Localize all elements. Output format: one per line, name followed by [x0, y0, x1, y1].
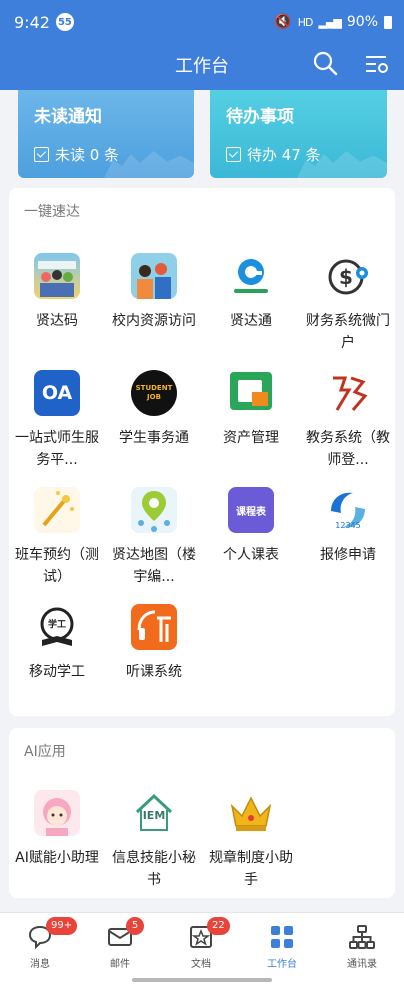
- app-regulations-assistant[interactable]: 规章制度小助手: [203, 790, 299, 891]
- oa-icon: OA: [34, 370, 80, 416]
- app-label: 学生事务通: [119, 430, 189, 446]
- banner-sub-text: 未读 0 条: [55, 146, 120, 164]
- app-label: AI赋能小助理: [15, 850, 99, 866]
- app-label: 报修申请: [320, 547, 376, 563]
- org-chart-icon: [348, 923, 376, 951]
- app-campus-map[interactable]: 贤达地图（楼宇编...: [106, 487, 202, 588]
- chat-bubble-icon: 99+: [26, 917, 78, 951]
- nav-contacts[interactable]: 通讯录: [322, 913, 402, 970]
- app-label: 个人课表: [223, 547, 279, 563]
- seal-icon: [325, 370, 371, 416]
- svg-text:$: $: [339, 265, 353, 289]
- app-label: 教务系统（教师登...: [306, 430, 390, 468]
- nav-label: 文档: [191, 959, 211, 970]
- app-label: 移动学工: [29, 664, 85, 680]
- battery-text: 90%: [346, 14, 378, 30]
- banner-title: 待办事项: [226, 107, 294, 127]
- app-campus-resources[interactable]: 校内资源访问: [106, 253, 202, 332]
- checkbox-icon: [226, 147, 241, 162]
- ai-apps-section: AI应用 AI赋能小助理 IEM 信息技能小秘书 规章制度小助手: [9, 728, 395, 898]
- app-label: 听课系统: [126, 664, 182, 680]
- app-timetable[interactable]: 课程表 个人课表: [203, 487, 299, 566]
- students-icon: [131, 253, 177, 299]
- dollar-gear-icon: $: [325, 253, 371, 299]
- document-star-icon: 22: [187, 917, 230, 951]
- magic-wand-icon: [34, 487, 80, 533]
- app-label: 资产管理: [223, 430, 279, 446]
- app-label: 规章制度小助手: [209, 850, 293, 888]
- app-label: 一站式师生服务平...: [15, 430, 99, 468]
- nav-label: 邮件: [110, 959, 130, 970]
- listen-class-icon: [131, 604, 177, 650]
- checkbox-icon: [34, 147, 49, 162]
- app-label: 贤达通: [230, 313, 272, 329]
- mute-icon: 🔇: [274, 14, 292, 30]
- banner-sub: 未读 0 条: [34, 144, 119, 165]
- app-mobile-student-work[interactable]: 学工 移动学工: [9, 604, 105, 683]
- app-asset-management[interactable]: 资产管理: [203, 370, 299, 449]
- app-shuttle-booking[interactable]: 班车预约（测试）: [9, 487, 105, 588]
- welcome-people-icon: [34, 253, 80, 299]
- app-academic-system[interactable]: 教务系统（教师登...: [300, 370, 396, 471]
- section-title: AI应用: [24, 744, 66, 760]
- app-ai-assistant[interactable]: AI赋能小助理: [9, 790, 105, 869]
- status-right: 🔇 HD ▂▄▆ 90%: [274, 14, 392, 30]
- app-xianda-tong[interactable]: 贤达通: [203, 253, 299, 332]
- app-repair-request[interactable]: 12345 报修申请: [300, 487, 396, 566]
- app-xianda-code[interactable]: 贤达码: [9, 253, 105, 332]
- iem-house-icon: IEM: [131, 790, 177, 836]
- app-label: 校内资源访问: [112, 313, 196, 329]
- section-title: 一键速达: [24, 204, 80, 220]
- app-label: 班车预约（测试）: [15, 547, 99, 585]
- app-label: 贤达码: [36, 313, 78, 329]
- map-pin-icon: [131, 487, 177, 533]
- todo-card[interactable]: 待办事项 待办 47 条: [210, 90, 387, 178]
- app-finance-portal[interactable]: $ 财务系统微门户: [300, 253, 396, 354]
- app-label: 贤达地图（楼宇编...: [112, 547, 196, 585]
- nav-mail[interactable]: 5 邮件: [80, 913, 160, 970]
- app-student-affairs[interactable]: STUDENT JOB 学生事务通: [106, 370, 202, 449]
- mail-icon: 5: [106, 917, 144, 951]
- nav-messages[interactable]: 99+ 消息: [0, 913, 80, 970]
- page-title: 工作台: [175, 56, 229, 77]
- app-info-skills-secretary[interactable]: IEM 信息技能小秘书: [106, 790, 202, 891]
- nav-label: 工作台: [267, 959, 297, 970]
- search-icon[interactable]: [312, 50, 338, 76]
- nav-workbench[interactable]: 工作台: [242, 913, 322, 970]
- student-work-icon: 学工: [34, 604, 80, 650]
- status-time: 9:42: [14, 12, 50, 32]
- nav-documents[interactable]: 22 文档: [161, 913, 241, 970]
- nav-label: 通讯录: [347, 959, 377, 970]
- student-job-icon: STUDENT JOB: [131, 370, 177, 416]
- one-network-icon: [228, 253, 274, 299]
- banner-title: 未读通知: [34, 107, 102, 127]
- settings-icon[interactable]: [364, 52, 390, 76]
- nav-badge: 99+: [46, 917, 78, 935]
- quick-access-section: 一键速达 贤达码 校内资源访问 贤达通 $ 财务系统微门户 OA 一站式师生服务…: [9, 188, 395, 716]
- grid-icon: [268, 923, 296, 951]
- app-lecture-evaluation[interactable]: 听课系统: [106, 604, 202, 683]
- repair-hotline-icon: 12345: [325, 487, 371, 533]
- banner-sub: 待办 47 条: [226, 144, 321, 165]
- app-label: 信息技能小秘书: [112, 850, 196, 888]
- unread-notice-card[interactable]: 未读通知 未读 0 条: [18, 90, 194, 178]
- hd-icon: HD: [297, 15, 314, 29]
- signal-icon: ▂▄▆: [318, 15, 341, 29]
- banner-sub-text: 待办 47 条: [247, 146, 321, 164]
- app-label: 财务系统微门户: [306, 313, 390, 351]
- status-bar: 9:42 55 🔇 HD ▂▄▆ 90%: [14, 10, 392, 34]
- top-bar: 9:42 55 🔇 HD ▂▄▆ 90% 工作台: [0, 0, 404, 90]
- nav-label: 消息: [30, 959, 50, 970]
- battery-icon: [384, 15, 392, 29]
- notification-count-badge: 55: [55, 13, 74, 31]
- crown-icon: [228, 790, 274, 836]
- nav-badge: 22: [207, 917, 230, 935]
- home-indicator[interactable]: [132, 978, 272, 982]
- anime-girl-icon: [34, 790, 80, 836]
- timetable-icon: 课程表: [228, 487, 274, 533]
- nav-badge: 5: [126, 917, 144, 935]
- app-one-stop-service[interactable]: OA 一站式师生服务平...: [9, 370, 105, 471]
- asset-icon: [228, 370, 274, 416]
